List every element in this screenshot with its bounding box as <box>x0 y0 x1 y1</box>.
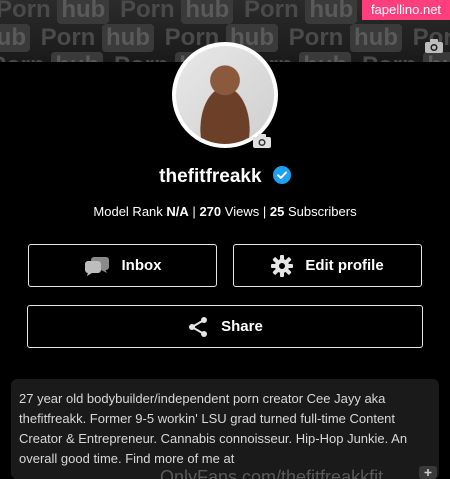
stats-separator: | <box>192 204 196 219</box>
stats-separator: | <box>262 204 267 219</box>
camera-icon[interactable] <box>252 133 272 149</box>
rank-label: Model Rank <box>93 204 163 219</box>
bio-card: 27 year old bodybuilder/independent porn… <box>11 379 439 479</box>
expand-bio-icon[interactable] <box>418 465 438 479</box>
inbox-button[interactable]: Inbox <box>28 244 217 287</box>
site-watermark: fapellino.net <box>362 0 450 20</box>
gear-icon <box>271 254 294 277</box>
inbox-label: Inbox <box>121 257 162 274</box>
views-value: 270 <box>199 204 222 219</box>
bio-text: 27 year old bodybuilder/independent porn… <box>19 391 408 466</box>
banner-pattern-row: Porn hub Porn hub Porn hub Porn <box>0 0 423 24</box>
username: thefitfreakk <box>159 166 262 187</box>
views-label: Views <box>224 204 260 219</box>
avatar-photo <box>176 46 274 144</box>
subscribers-value: 25 <box>269 204 285 219</box>
share-icon <box>187 316 209 338</box>
share-button[interactable]: Share <box>27 305 423 348</box>
camera-icon[interactable] <box>424 38 444 54</box>
rank-value: N/A <box>166 204 189 219</box>
chat-bubbles-icon <box>84 256 110 276</box>
profile-header: thefitfreakk <box>0 166 450 188</box>
edit-profile-label: Edit profile <box>305 257 384 274</box>
verified-badge-icon <box>272 166 291 184</box>
profile-stats: Model Rank N/A | 270 Views | 25 Subscrib… <box>0 204 450 219</box>
share-label: Share <box>221 318 263 335</box>
subscribers-label: Subscribers <box>287 204 357 219</box>
bio-overflow-text: OnlyFans.com/thefitfreakkfit <box>160 467 384 479</box>
edit-profile-button[interactable]: Edit profile <box>233 244 422 287</box>
